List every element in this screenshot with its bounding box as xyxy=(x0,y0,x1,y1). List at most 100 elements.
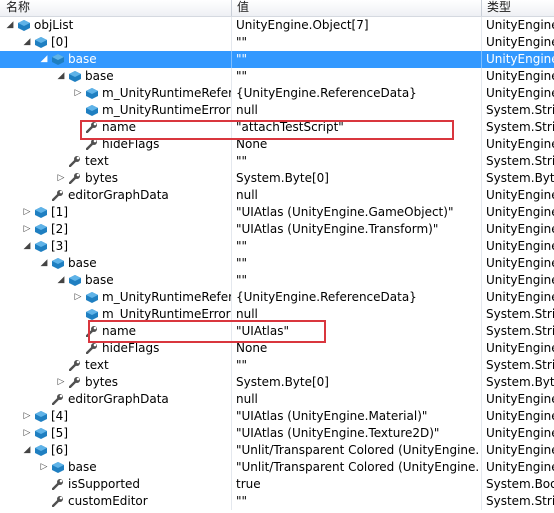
expand-arrow-icon[interactable]: ▷ xyxy=(55,170,67,187)
row-divider xyxy=(231,170,232,187)
expand-arrow-icon[interactable]: ▷ xyxy=(21,408,33,425)
expand-arrow-icon[interactable]: ▷ xyxy=(38,459,50,476)
property-wrench-icon xyxy=(51,391,65,408)
collapse-arrow-icon[interactable]: ◢ xyxy=(21,442,33,459)
row-divider xyxy=(231,102,232,119)
row-name: editorGraphData xyxy=(68,392,169,406)
row-value: "" xyxy=(236,273,248,287)
row-value: null xyxy=(236,392,258,406)
tree-row[interactable]: ◢ objList UnityEngine.Object[7] UnityEngine… xyxy=(0,17,554,34)
row-value: System.Byte[0] xyxy=(236,171,329,185)
tree-row[interactable]: ▷ [4] "UIAtlas (UnityEngine.Material)" Unit… xyxy=(0,408,554,425)
expand-arrow-icon[interactable]: ▷ xyxy=(21,425,33,442)
tree-row[interactable]: m_UnityRuntimeErrorString null System.Stri… xyxy=(0,102,554,119)
row-divider xyxy=(231,374,232,391)
row-name: [0] xyxy=(51,35,68,49)
row-divider xyxy=(481,289,482,306)
tree-row[interactable]: ◢ base "" UnityEngine. xyxy=(0,51,554,68)
row-divider xyxy=(231,476,232,493)
row-divider xyxy=(481,68,482,85)
tree-row[interactable]: isSupported true System.Boolean xyxy=(0,476,554,493)
expand-arrow-icon[interactable]: ▷ xyxy=(21,204,33,221)
object-field-icon xyxy=(68,68,82,85)
property-wrench-icon xyxy=(51,476,65,493)
collapse-arrow-icon[interactable]: ◢ xyxy=(55,68,67,85)
collapse-arrow-icon[interactable]: ◢ xyxy=(38,51,50,68)
object-field-icon xyxy=(34,34,48,51)
row-divider xyxy=(231,459,232,476)
row-name: base xyxy=(85,273,114,287)
row-type: System.String xyxy=(486,103,554,117)
row-divider xyxy=(481,255,482,272)
row-divider xyxy=(231,289,232,306)
tree-row[interactable]: ▷ [1] "UIAtlas (UnityEngine.GameObject)" Un… xyxy=(0,204,554,221)
collapse-arrow-icon[interactable]: ◢ xyxy=(21,238,33,255)
row-divider xyxy=(231,408,232,425)
tree-row[interactable]: ▷ m_UnityRuntimeReference {UnityEngine.Ref… xyxy=(0,85,554,102)
row-value: "" xyxy=(236,52,248,66)
object-field-icon xyxy=(34,221,48,238)
expand-arrow-icon[interactable]: ▷ xyxy=(72,85,84,102)
column-header-type[interactable]: 类型 xyxy=(481,0,554,16)
row-type: UnityEngine. xyxy=(486,239,554,253)
row-name: bytes xyxy=(85,375,119,389)
row-name: editorGraphData xyxy=(68,188,169,202)
row-type: UnityEngine. xyxy=(486,460,554,474)
object-field-icon xyxy=(68,272,82,289)
tree-row[interactable]: text "" System.String xyxy=(0,357,554,374)
collapse-arrow-icon[interactable]: ◢ xyxy=(38,255,50,272)
row-value: System.Byte[0] xyxy=(236,375,329,389)
row-type: UnityEngine. xyxy=(486,86,554,100)
row-divider xyxy=(481,476,482,493)
row-value: {UnityEngine.ReferenceData} xyxy=(236,86,417,100)
tree-row[interactable]: ◢ [0] "" UnityEngine. xyxy=(0,34,554,51)
tree-row[interactable]: ◢ [3] "" UnityEngine. xyxy=(0,238,554,255)
tree-row[interactable]: ▷ [2] "UIAtlas (UnityEngine.Transform)" Uni… xyxy=(0,221,554,238)
tree-row[interactable]: editorGraphData null UnityEngine. xyxy=(0,187,554,204)
collapse-arrow-icon[interactable]: ◢ xyxy=(21,34,33,51)
column-header-value[interactable]: 值 xyxy=(231,0,481,16)
row-divider xyxy=(481,357,482,374)
tree-row[interactable]: ◢ [6] "Unlit/Transparent Colored (UnityEng… xyxy=(0,442,554,459)
object-field-icon xyxy=(85,102,99,119)
row-type: UnityEngine. xyxy=(486,341,554,355)
tree-row[interactable]: ▷ m_UnityRuntimeReference {UnityEngine.Ref… xyxy=(0,289,554,306)
tree-row[interactable]: ▷ base "Unlit/Transparent Colored (UnityEn… xyxy=(0,459,554,476)
row-divider xyxy=(481,272,482,289)
row-divider xyxy=(481,204,482,221)
row-divider xyxy=(231,17,232,34)
row-value: "" xyxy=(236,256,248,270)
tree-row[interactable]: ◢ base "" UnityEngine. xyxy=(0,255,554,272)
collapse-arrow-icon[interactable]: ◢ xyxy=(4,17,16,34)
row-type: System.Byte[] xyxy=(486,375,554,389)
row-divider xyxy=(481,425,482,442)
tree-row[interactable]: text "" System.String xyxy=(0,153,554,170)
tree-row[interactable]: ◢ base "" UnityEngine. xyxy=(0,68,554,85)
collapse-arrow-icon[interactable]: ◢ xyxy=(55,272,67,289)
property-wrench-icon xyxy=(51,493,65,510)
expand-arrow-icon[interactable]: ▷ xyxy=(55,374,67,391)
row-name: [5] xyxy=(51,426,68,440)
tree-row[interactable]: editorGraphData null UnityEngine. xyxy=(0,391,554,408)
row-divider xyxy=(231,391,232,408)
tree-row[interactable]: ▷ bytes System.Byte[0] System.Byte[] xyxy=(0,374,554,391)
tree-row[interactable]: customEditor "" System.String xyxy=(0,493,554,510)
row-divider xyxy=(481,17,482,34)
row-value: "Unlit/Transparent Colored (UnityEngine.… xyxy=(236,443,480,457)
row-value: "UIAtlas (UnityEngine.Transform)" xyxy=(236,222,439,236)
tree-row[interactable]: ◢ base "" UnityEngine. xyxy=(0,272,554,289)
row-type: UnityEngine. xyxy=(486,137,554,151)
column-header-name[interactable]: 名称 xyxy=(0,0,231,16)
highlight-box-name-row xyxy=(88,320,326,343)
row-divider xyxy=(481,442,482,459)
tree-row[interactable]: ▷ [5] "UIAtlas (UnityEngine.Texture2D)" Uni… xyxy=(0,425,554,442)
object-field-icon xyxy=(51,51,65,68)
row-value: "" xyxy=(236,239,248,253)
row-name: [6] xyxy=(51,443,68,457)
row-divider xyxy=(231,34,232,51)
expand-arrow-icon[interactable]: ▷ xyxy=(21,221,33,238)
expand-arrow-icon[interactable]: ▷ xyxy=(72,289,84,306)
row-name: text xyxy=(85,154,109,168)
tree-row[interactable]: ▷ bytes System.Byte[0] System.Byte[] xyxy=(0,170,554,187)
row-value: "UIAtlas (UnityEngine.GameObject)" xyxy=(236,205,454,219)
